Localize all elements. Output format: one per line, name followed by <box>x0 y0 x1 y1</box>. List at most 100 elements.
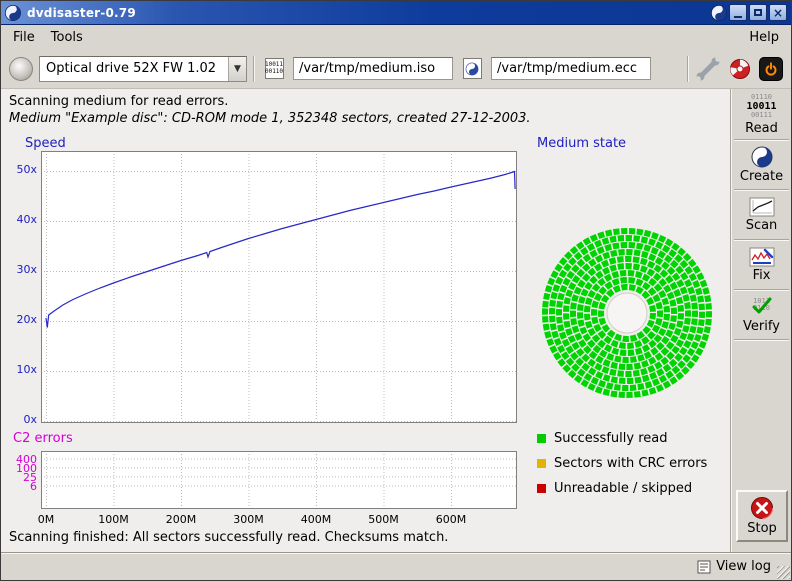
tick-label: 400M <box>294 513 338 526</box>
read-icon-row3: 00111 <box>746 112 776 119</box>
legend-label-success: Successfully read <box>554 431 667 446</box>
tick-label: 200M <box>159 513 203 526</box>
resize-grip[interactable] <box>777 566 790 579</box>
stop-button[interactable]: Stop <box>736 490 788 542</box>
ecc-path-input[interactable] <box>491 57 651 80</box>
iso-file-icon: 10011 00110 <box>265 58 284 79</box>
power-icon <box>762 60 780 78</box>
ecc-file-icon <box>463 58 482 79</box>
medium-state-legend: Successfully read Sectors with CRC error… <box>537 426 707 501</box>
disc-hub-hole <box>607 293 647 333</box>
window-title: dvdisaster-0.79 <box>27 6 136 20</box>
status-line-2: Medium "Example disc": CD-ROM mode 1, 35… <box>9 111 531 126</box>
legend-label-crc: Sectors with CRC errors <box>554 456 707 471</box>
stop-icon <box>750 496 774 520</box>
stop-button-label: Stop <box>747 521 777 536</box>
verify-button-label: Verify <box>743 319 780 334</box>
legend-swatch-success <box>537 434 546 443</box>
create-button[interactable]: Create <box>732 141 791 189</box>
menu-file[interactable]: File <box>5 28 43 47</box>
scan-chart-icon <box>749 197 775 217</box>
legend-swatch-unreadable <box>537 484 546 493</box>
legend-item-unreadable: Unreadable / skipped <box>537 476 707 501</box>
wrench-icon <box>696 57 720 81</box>
c2-errors-chart <box>41 451 517 509</box>
app-icon <box>5 5 21 21</box>
action-sidebar: 01110 10011 00111 Read Create <box>731 89 791 552</box>
scan-result-message: Scanning finished: All sectors successfu… <box>9 530 448 545</box>
view-log-button[interactable]: View log <box>693 557 775 576</box>
verify-icon: 1011 0110 <box>748 296 776 318</box>
yin-yang-icon <box>751 146 773 168</box>
drive-status-icon <box>9 57 33 81</box>
ecc-file-button[interactable] <box>459 56 485 82</box>
legend-item-success: Successfully read <box>537 426 707 451</box>
titlebar[interactable]: dvdisaster-0.79 × <box>1 1 791 25</box>
tick-label: 500M <box>362 513 406 526</box>
chevron-down-icon: ▼ <box>228 57 246 81</box>
tick-label: 40x <box>7 213 37 226</box>
speed-chart <box>41 151 517 423</box>
menu-help[interactable]: Help <box>741 28 787 47</box>
tick-label: 100 <box>11 462 37 475</box>
create-button-label: Create <box>740 169 783 184</box>
read-icon: 01110 10011 00111 <box>746 94 776 119</box>
dvdisaster-disc-icon <box>729 58 751 80</box>
stop-button-area: Stop <box>736 490 787 542</box>
tick-label: 50x <box>7 163 37 176</box>
minimize-button[interactable] <box>729 4 747 21</box>
log-icon <box>697 560 711 574</box>
status-line-1: Scanning medium for read errors. <box>9 94 228 109</box>
view-log-label: View log <box>716 559 771 574</box>
read-button[interactable]: 01110 10011 00111 Read <box>732 91 791 139</box>
preferences-button[interactable] <box>695 56 721 82</box>
legend-label-unreadable: Unreadable / skipped <box>554 481 692 496</box>
tick-label: 300M <box>227 513 271 526</box>
menu-tools[interactable]: Tools <box>43 28 91 47</box>
toolbar-separator-2 <box>687 56 689 82</box>
medium-state-disc <box>539 225 715 401</box>
maximize-button[interactable] <box>749 4 767 21</box>
footer-bar: View log <box>1 552 791 580</box>
fix-icon <box>749 247 775 267</box>
about-button[interactable] <box>727 56 753 82</box>
menubar: File Tools Help <box>1 25 791 49</box>
maximize-icon <box>754 9 762 16</box>
tick-label: 10x <box>7 363 37 376</box>
iso-file-button[interactable]: 10011 00110 <box>261 56 287 82</box>
read-button-label: Read <box>745 121 778 136</box>
medium-state-title: Medium state <box>537 136 626 151</box>
minimize-icon <box>734 16 742 18</box>
green-check-icon <box>751 296 773 316</box>
tick-label: 25 <box>11 471 37 484</box>
tick-label: 30x <box>7 263 37 276</box>
tick-label: 600M <box>429 513 473 526</box>
drive-selector[interactable]: Optical drive 52X FW 1.02 ▼ <box>39 56 247 82</box>
legend-swatch-crc <box>537 459 546 468</box>
close-button[interactable]: × <box>769 4 787 21</box>
c2-chart-title: C2 errors <box>13 431 73 446</box>
quit-button[interactable] <box>759 57 783 81</box>
legend-item-crc: Sectors with CRC errors <box>537 451 707 476</box>
tick-label: 0x <box>7 413 37 426</box>
tick-label: 400 <box>11 453 37 466</box>
app-window: dvdisaster-0.79 × File Tools Help Optica… <box>0 0 792 581</box>
window-menu-icon[interactable] <box>711 5 727 21</box>
speed-chart-title: Speed <box>25 136 66 151</box>
toolbar: Optical drive 52X FW 1.02 ▼ 10011 00110 <box>1 49 791 89</box>
fix-button-label: Fix <box>753 268 771 283</box>
tick-label: 20x <box>7 313 37 326</box>
main-area: Scanning medium for read errors. Medium … <box>1 89 731 552</box>
sidebar-spacer <box>732 341 791 490</box>
iso-icon-bits-row2: 00110 <box>265 69 283 76</box>
tick-label: 100M <box>92 513 136 526</box>
iso-path-input[interactable] <box>293 57 453 80</box>
toolbar-separator <box>253 56 255 82</box>
tick-label: 6 <box>11 480 37 493</box>
ecc-yin-yang-icon <box>465 62 479 76</box>
verify-button[interactable]: 1011 0110 Verify <box>732 291 791 339</box>
scan-button[interactable]: Scan <box>732 191 791 239</box>
fix-button[interactable]: Fix <box>732 241 791 289</box>
close-icon: × <box>773 7 783 19</box>
scan-button-label: Scan <box>746 218 778 233</box>
